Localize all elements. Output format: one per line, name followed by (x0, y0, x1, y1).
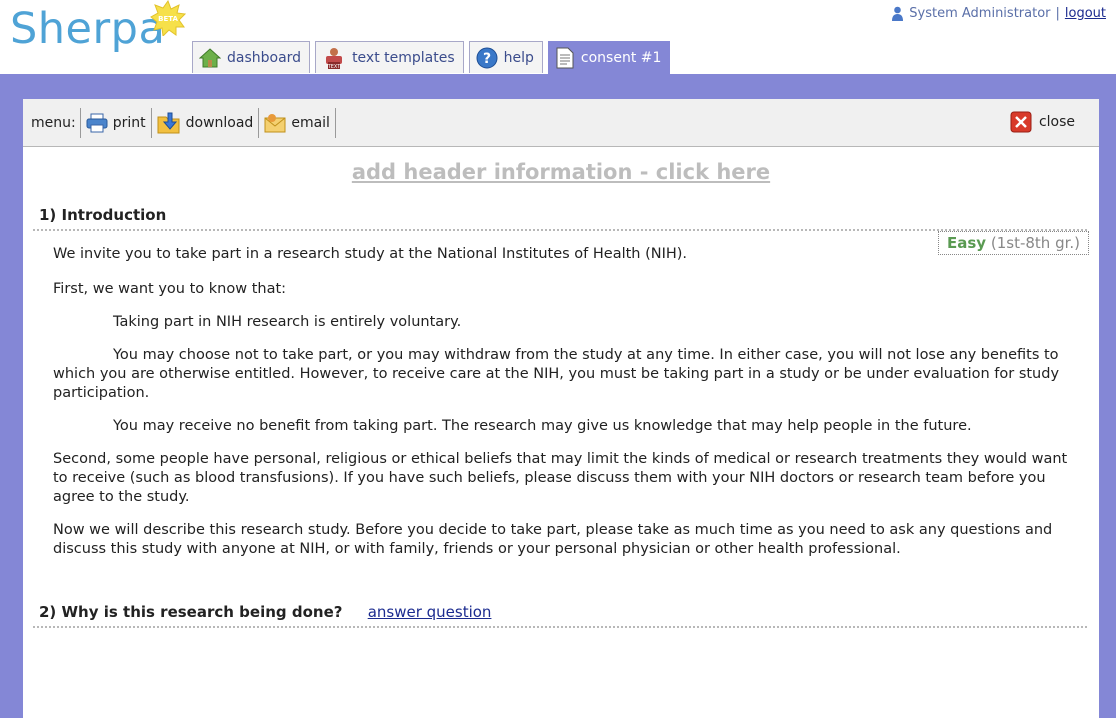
user-separator: | (1055, 6, 1060, 21)
document-icon (556, 47, 574, 69)
consent-panel: menu: print download email close add hea… (23, 99, 1099, 718)
tab-help[interactable]: ? help (468, 41, 543, 73)
help-icon: ? (476, 47, 498, 68)
tab-dashboard-label: dashboard (227, 49, 302, 66)
text-template-icon: TEXT (326, 47, 343, 70)
beta-badge-text: BETA (158, 15, 178, 23)
tab-text-templates-label: text templates (352, 49, 455, 66)
paragraph: We invite you to take part in a research… (53, 246, 688, 262)
section-1-body: We invite you to take part in a research… (53, 245, 1083, 559)
svg-text:?: ? (483, 51, 491, 67)
answer-question-link[interactable]: answer question (368, 603, 492, 621)
section-1-title: 1) Introduction (39, 206, 167, 224)
print-label: print (112, 114, 146, 131)
print-button[interactable]: print (81, 99, 151, 147)
section-divider (33, 229, 1087, 231)
user-name[interactable]: System Administrator (909, 6, 1050, 21)
paragraph: You may receive no benefit from taking p… (113, 418, 972, 434)
paragraph: You may choose not to take part, or you … (53, 347, 1060, 401)
tab-text-templates[interactable]: TEXT text templates (315, 41, 464, 73)
email-icon (264, 113, 286, 132)
user-icon (892, 6, 904, 21)
close-icon (1010, 111, 1032, 133)
tab-consent-1-label: consent #1 (580, 50, 662, 66)
main-tabs: dashboard TEXT text templates ? help con… (192, 41, 671, 74)
menu-label: menu: (31, 114, 76, 131)
tab-consent-1[interactable]: consent #1 (547, 41, 671, 74)
logout-link[interactable]: logout (1065, 6, 1106, 21)
paragraph: Now we will describe this research study… (53, 522, 1053, 557)
paragraph: First, we want you to know that: (53, 281, 287, 297)
paragraph: Taking part in NIH research is entirely … (113, 314, 462, 330)
close-button[interactable]: close (1010, 111, 1075, 133)
email-button[interactable]: email (259, 99, 335, 147)
user-area: System Administrator | logout (891, 6, 1106, 21)
tab-dashboard[interactable]: dashboard (192, 41, 311, 73)
add-header-link[interactable]: add header information - click here (23, 160, 1099, 184)
section-2-title-text: 2) Why is this research being done? (39, 603, 343, 621)
beta-badge-icon: BETA (150, 0, 186, 36)
download-label: download (185, 114, 254, 131)
tab-help-label: help (503, 49, 534, 66)
top-bar: Sherpa BETA System Administrator | logou… (0, 0, 1116, 74)
menu-separator (334, 107, 336, 138)
email-label: email (291, 114, 330, 131)
paragraph: Second, some people have personal, relig… (53, 451, 1068, 505)
download-icon (157, 112, 180, 133)
section-2-title: 2) Why is this research being done? answ… (39, 603, 491, 621)
printer-icon (86, 113, 108, 132)
app-logo[interactable]: Sherpa (10, 8, 165, 51)
download-button[interactable]: download (152, 99, 259, 147)
document-menu-bar: menu: print download email close (23, 99, 1099, 147)
content-frame: menu: print download email close add hea… (0, 74, 1116, 718)
close-label: close (1038, 114, 1075, 130)
svg-text:TEXT: TEXT (327, 64, 342, 70)
section-divider (33, 626, 1087, 628)
home-icon (199, 47, 221, 67)
